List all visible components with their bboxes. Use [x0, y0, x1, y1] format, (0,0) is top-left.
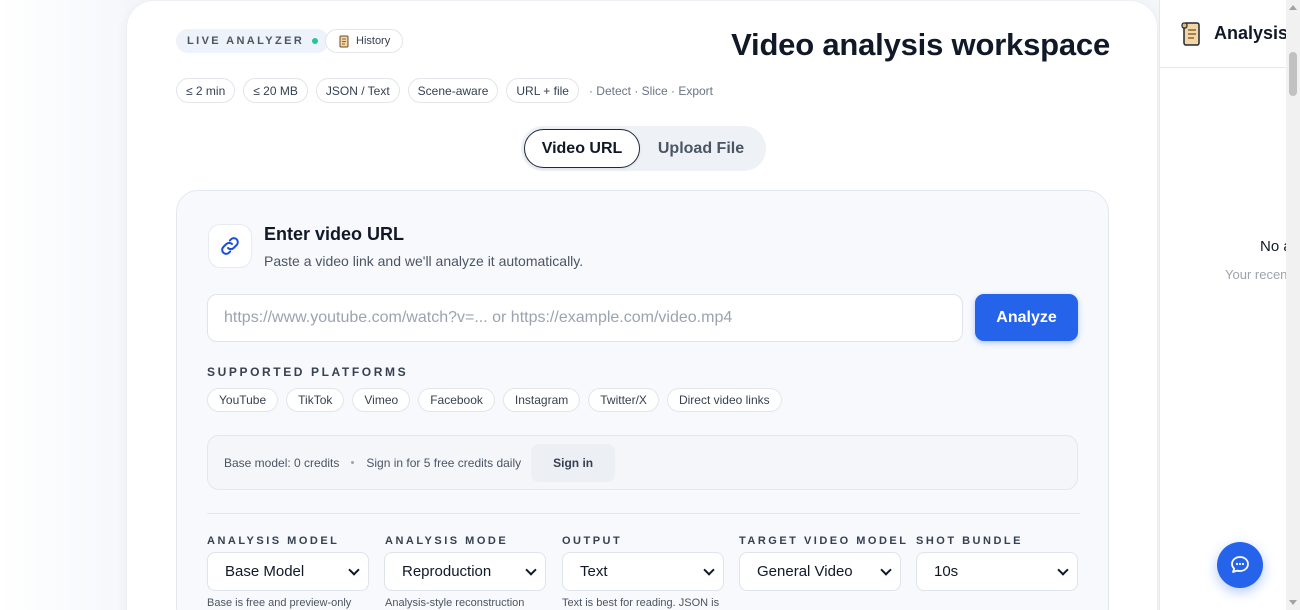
shot-bundle-select[interactable]: 10s	[916, 552, 1078, 591]
scroll-up-icon[interactable]	[1289, 5, 1297, 10]
link-icon	[221, 237, 239, 255]
platform-chips: YouTube TikTok Vimeo Facebook Instagram …	[207, 388, 782, 412]
output-select[interactable]: Text	[562, 552, 724, 591]
platform-direct-links: Direct video links	[666, 388, 782, 412]
chip-scene: Scene-aware	[407, 78, 499, 103]
chevron-down-icon	[880, 563, 892, 576]
input-mode-tabs: Video URL Upload File	[521, 126, 766, 171]
page-background-left	[0, 0, 126, 610]
chip-size: ≤ 20 MB	[243, 78, 308, 103]
output-help: Text is best for reading. JSON is	[562, 597, 720, 609]
platform-tiktok: TikTok	[286, 388, 345, 412]
shot-bundle-label: SHOT BUNDLE	[916, 535, 1023, 547]
chevron-down-icon	[1057, 563, 1069, 576]
scroll-icon	[1181, 21, 1200, 46]
signin-note: Sign in for 5 free credits daily	[366, 455, 522, 470]
page-title: Video analysis workspace	[731, 27, 1110, 62]
form-subtitle: Paste a video link and we'll analyze it …	[264, 253, 584, 269]
platforms-label: SUPPORTED PLATFORMS	[207, 365, 409, 379]
platform-instagram: Instagram	[502, 388, 581, 412]
analysis-model-label: ANALYSIS MODEL	[207, 535, 340, 547]
base-model-credits: Base model: 0 credits	[224, 455, 340, 470]
tab-video-url[interactable]: Video URL	[524, 129, 640, 168]
credits-box: Base model: 0 credits Sign in for 5 free…	[207, 435, 1078, 490]
chip-note: · Detect · Slice · Export	[588, 83, 713, 98]
live-analyzer-badge: LIVE ANALYZER	[176, 29, 330, 53]
history-button[interactable]: History	[325, 29, 404, 53]
chip-format: JSON / Text	[315, 78, 400, 103]
target-video-model-select[interactable]: General Video	[739, 552, 901, 591]
side-empty-subtitle: Your recen	[1225, 267, 1288, 282]
platform-twitter: Twitter/X	[588, 388, 659, 412]
shot-bundle-value: 10s	[934, 563, 959, 580]
analyze-button[interactable]: Analyze	[975, 294, 1078, 341]
chat-button[interactable]	[1217, 542, 1263, 588]
analysis-model-value: Base Model	[225, 563, 305, 580]
sign-in-button[interactable]: Sign in	[531, 443, 616, 482]
analysis-mode-help: Analysis-style reconstruction	[385, 597, 525, 609]
output-label: OUTPUT	[562, 535, 623, 547]
live-badge-label: LIVE ANALYZER	[187, 35, 305, 47]
side-panel-scrollbar[interactable]	[1286, 0, 1300, 610]
chip-duration: ≤ 2 min	[176, 78, 236, 103]
history-label: History	[356, 35, 391, 47]
scroll-icon	[339, 35, 349, 47]
analysis-mode-select[interactable]: Reproduction	[384, 552, 546, 591]
live-status-dot	[312, 38, 319, 44]
analysis-side-panel: Analysis No a Your recen	[1159, 0, 1300, 610]
section-divider	[207, 513, 1080, 514]
feature-chips: ≤ 2 min ≤ 20 MB JSON / Text Scene-aware …	[176, 78, 713, 103]
side-panel-title: Analysis	[1214, 23, 1289, 43]
video-url-input[interactable]	[207, 294, 963, 342]
analysis-model-help: Base is free and preview-only	[207, 597, 352, 609]
link-icon-box	[208, 224, 252, 268]
scrollbar-thumb[interactable]	[1289, 52, 1297, 96]
platform-youtube: YouTube	[207, 388, 279, 412]
tab-upload-file[interactable]: Upload File	[640, 129, 762, 168]
analysis-mode-value: Reproduction	[402, 563, 492, 580]
target-video-model-value: General Video	[757, 563, 853, 580]
platform-facebook: Facebook	[418, 388, 495, 412]
output-value: Text	[580, 563, 608, 580]
chevron-down-icon	[703, 563, 715, 576]
chevron-down-icon	[348, 563, 360, 576]
side-panel-header: Analysis	[1160, 0, 1300, 68]
chip-input: URL + file	[506, 78, 579, 103]
chat-icon	[1231, 556, 1249, 573]
platform-vimeo: Vimeo	[352, 388, 411, 412]
analysis-model-select[interactable]: Base Model	[207, 552, 369, 591]
separator-dot	[351, 461, 355, 464]
target-video-model-label: TARGET VIDEO MODEL	[739, 535, 909, 547]
scroll-down-icon[interactable]	[1289, 600, 1297, 605]
analysis-mode-label: ANALYSIS MODE	[385, 535, 509, 547]
form-title: Enter video URL	[264, 224, 405, 244]
chevron-down-icon	[525, 563, 537, 576]
